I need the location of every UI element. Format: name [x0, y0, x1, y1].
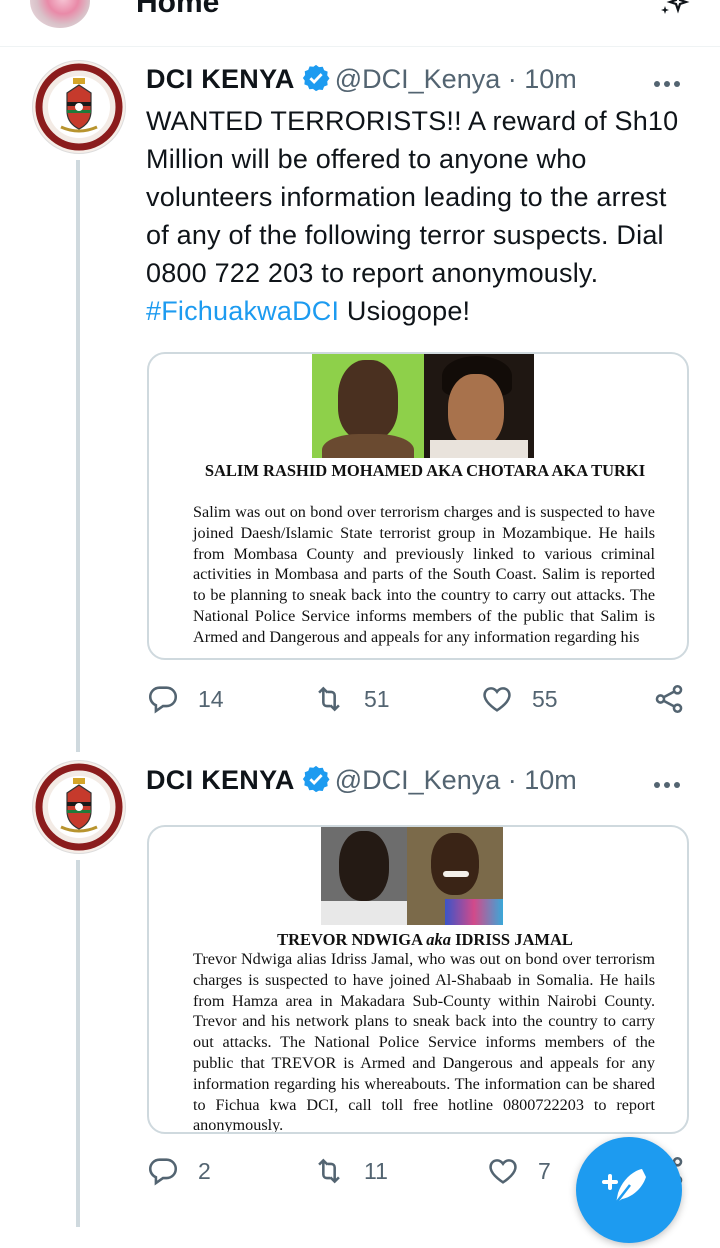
- retweet-count: 51: [364, 685, 390, 712]
- avatar[interactable]: [32, 60, 126, 154]
- hashtag-link[interactable]: #FichuakwaDCI: [146, 296, 339, 326]
- tweet-header: DCI KENYA @DCI_Kenya · 10m: [146, 62, 577, 96]
- timestamp[interactable]: 10m: [524, 64, 577, 94]
- reply-count: 2: [198, 1157, 211, 1184]
- like-count: 7: [538, 1157, 551, 1184]
- compose-feather-icon: [602, 1169, 646, 1204]
- share-button[interactable]: [652, 682, 704, 716]
- retweet-button[interactable]: 51: [312, 682, 390, 716]
- verified-badge-icon: [302, 765, 330, 793]
- reply-icon: [148, 686, 178, 714]
- compose-tweet-button[interactable]: [576, 1137, 682, 1243]
- tweet-actions: 14 51 55: [0, 682, 720, 722]
- tweet-text: WANTED TERRORISTS!! A reward of Sh10 Mil…: [146, 102, 696, 330]
- heart-icon: [483, 687, 511, 712]
- tweet-text-tail: Usiogope!: [339, 296, 471, 326]
- tweet-media[interactable]: SALIM RASHID MOHAMED AKA CHOTARA AKA TUR…: [147, 352, 689, 660]
- poster-body: Salim was out on bond over terrorism cha…: [193, 503, 655, 646]
- reply-button[interactable]: 14: [146, 682, 224, 716]
- retweet-icon: [318, 1158, 340, 1184]
- tweet-media[interactable]: TREVOR NDWIGA aka IDRISS JAMAL Trevor Nd…: [147, 825, 689, 1134]
- reply-button[interactable]: 2: [146, 1154, 211, 1188]
- poster-body: Trevor Ndwiga alias Idriss Jamal, who wa…: [193, 950, 655, 1134]
- retweet-button[interactable]: 11: [312, 1154, 388, 1188]
- tweet[interactable]: DCI KENYA @DCI_Kenya · 10m WANTED TERRORI…: [0, 0, 720, 760]
- tweet-header: DCI KENYA @DCI_Kenya · 10m: [146, 763, 577, 797]
- suspect-photos: [321, 827, 503, 925]
- poster-title-aka: aka: [426, 930, 451, 949]
- reply-icon: [148, 1158, 178, 1186]
- more-options-icon[interactable]: [654, 74, 688, 87]
- separator-dot: ·: [507, 765, 517, 795]
- heart-icon: [489, 1159, 517, 1184]
- display-name[interactable]: DCI KENYA: [146, 765, 295, 795]
- avatar[interactable]: [32, 760, 126, 854]
- police-emblem-icon: [35, 63, 123, 151]
- poster-title: SALIM RASHID MOHAMED AKA CHOTARA AKA TUR…: [204, 461, 646, 480]
- poster-title-alias: IDRISS JAMAL: [450, 930, 573, 949]
- more-options-icon[interactable]: [654, 775, 688, 788]
- handle[interactable]: @DCI_Kenya: [335, 64, 500, 94]
- poster-title-name: TREVOR NDWIGA: [277, 930, 427, 949]
- suspect-photo: [407, 827, 503, 925]
- like-button[interactable]: 55: [480, 682, 558, 716]
- verified-badge-icon: [302, 64, 330, 92]
- suspect-photo: [424, 354, 534, 458]
- retweet-icon: [318, 686, 340, 712]
- share-icon: [655, 684, 683, 714]
- tweet-text-body: WANTED TERRORISTS!! A reward of Sh10 Mil…: [146, 106, 679, 288]
- display-name[interactable]: DCI KENYA: [146, 64, 295, 94]
- poster-title: TREVOR NDWIGA aka IDRISS JAMAL: [189, 929, 661, 950]
- like-button[interactable]: 7: [486, 1154, 551, 1188]
- timestamp[interactable]: 10m: [524, 765, 577, 795]
- separator-dot: ·: [507, 64, 517, 94]
- thread-line: [76, 160, 80, 752]
- like-count: 55: [532, 685, 558, 712]
- suspect-photos: [312, 354, 534, 458]
- police-emblem-icon: [35, 763, 123, 851]
- suspect-photo: [312, 354, 424, 458]
- reply-count: 14: [198, 685, 224, 712]
- handle[interactable]: @DCI_Kenya: [335, 765, 500, 795]
- suspect-photo: [321, 827, 407, 925]
- retweet-count: 11: [364, 1157, 388, 1184]
